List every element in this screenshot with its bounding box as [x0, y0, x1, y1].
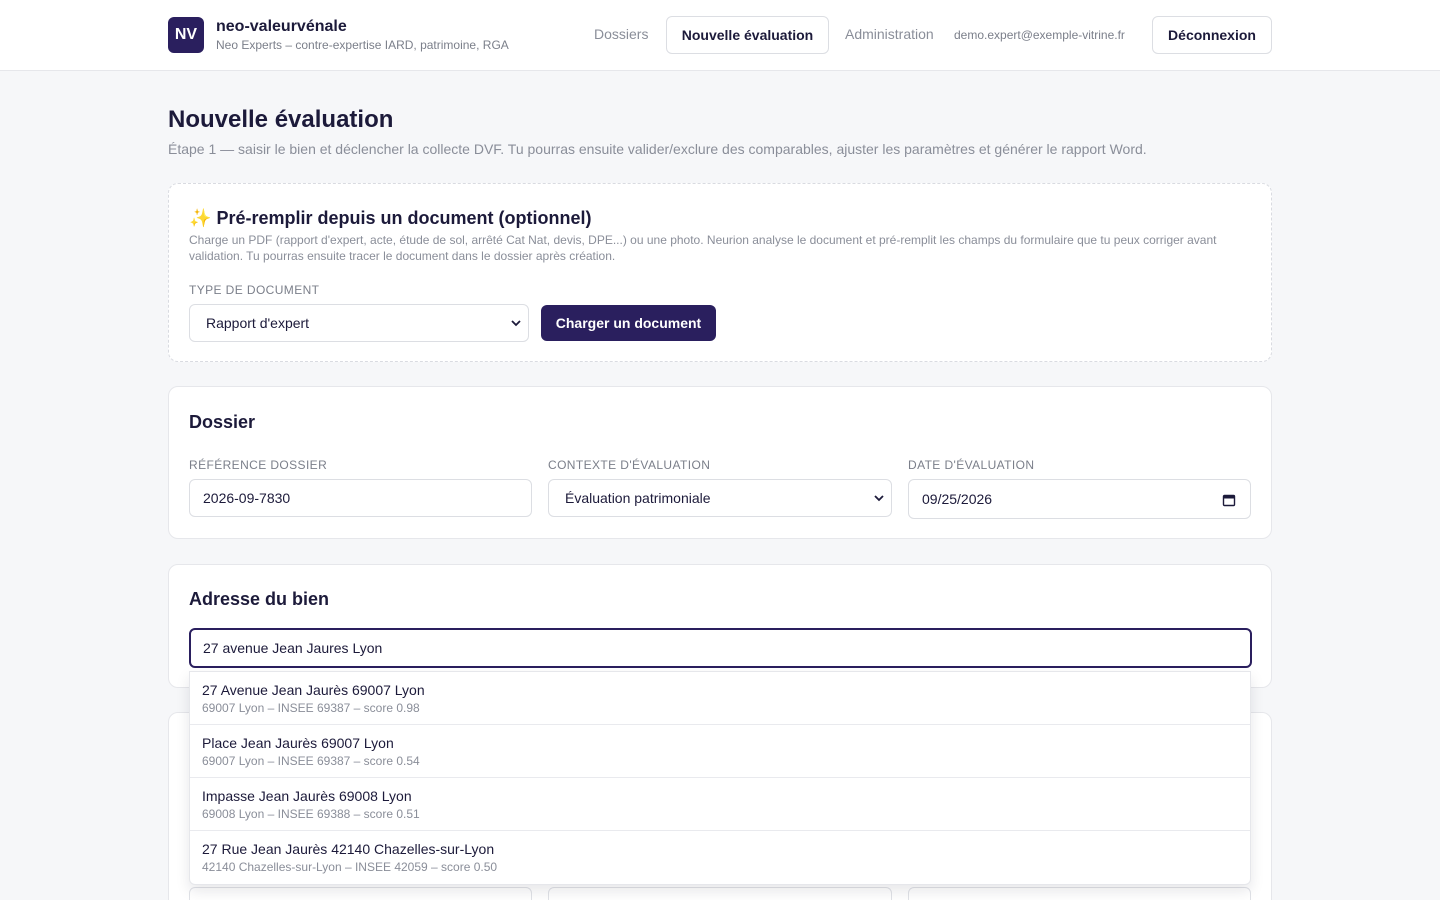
context-select[interactable]: Évaluation patrimoniale [548, 479, 892, 517]
address-search-input[interactable]: 27 avenue Jean Jaures Lyon [189, 628, 1252, 668]
nav-nouvelle-evaluation-tab[interactable]: Nouvelle évaluation [666, 16, 829, 54]
suggestion-detail: 69008 Lyon – INSEE 69388 – score 0.51 [202, 807, 420, 821]
app-name: neo-valeurvénale [216, 18, 347, 35]
address-suggestions-dropdown: 27 Avenue Jean Jaurès 69007 Lyon 69007 L… [189, 671, 1251, 885]
page-title: Nouvelle évaluation [168, 106, 394, 133]
nav-administration-link[interactable]: Administration [845, 26, 934, 42]
context-value: Évaluation patrimoniale [565, 490, 711, 506]
suggestion-label: Place Jean Jaurès 69007 Lyon [202, 735, 394, 751]
doc-type-value: Rapport d'expert [206, 315, 310, 331]
prefill-title: Pré-remplir depuis un document (optionne… [216, 208, 592, 228]
dossier-card: Dossier RÉFÉRENCE DOSSIER 2026-09-7830 C… [168, 386, 1272, 539]
suggestion-detail: 42140 Chazelles-sur-Lyon – INSEE 42059 –… [202, 860, 498, 874]
address-card: Adresse du bien 27 avenue Jean Jaures Ly… [168, 564, 1272, 688]
upload-document-button[interactable]: Charger un document [541, 305, 716, 341]
address-suggestion[interactable]: Impasse Jean Jaurès 69008 Lyon 69008 Lyo… [190, 778, 1250, 831]
next-section-field[interactable] [908, 887, 1251, 900]
address-input-value: 27 avenue Jean Jaures Lyon [203, 640, 383, 656]
suggestion-label: 27 Avenue Jean Jaurès 69007 Lyon [202, 682, 425, 698]
reference-label: RÉFÉRENCE DOSSIER [189, 458, 328, 472]
suggestion-detail: 69007 Lyon – INSEE 69387 – score 0.54 [202, 754, 420, 768]
prefill-title-row: ✨ Pré-remplir depuis un document (option… [189, 208, 591, 229]
suggestion-label: Impasse Jean Jaurès 69008 Lyon [202, 788, 412, 804]
suggestion-label: 27 Rue Jean Jaurès 42140 Chazelles-sur-L… [202, 841, 495, 857]
app-logo[interactable]: NV [168, 17, 204, 53]
prefill-card: ✨ Pré-remplir depuis un document (option… [168, 183, 1272, 362]
chevron-down-icon [874, 495, 884, 502]
app-subtitle: Neo Experts – contre-expertise IARD, pat… [216, 38, 509, 52]
top-navigation-bar: NV neo-valeurvénale Neo Experts – contre… [0, 0, 1440, 71]
sparkles-icon: ✨ [189, 208, 212, 228]
prefill-description: Charge un PDF (rapport d'expert, acte, é… [189, 233, 1217, 263]
nav-dossiers-link[interactable]: Dossiers [594, 26, 648, 42]
date-input[interactable]: 09/25/2026 [908, 479, 1251, 519]
date-value: 09/25/2026 [922, 491, 993, 507]
address-suggestion[interactable]: 27 Avenue Jean Jaurès 69007 Lyon 69007 L… [190, 672, 1250, 725]
user-email: demo.expert@exemple-vitrine.fr [954, 28, 1125, 42]
doc-type-select[interactable]: Rapport d'expert [189, 304, 529, 342]
reference-input[interactable]: 2026-09-7830 [189, 479, 532, 517]
address-suggestion[interactable]: 27 Rue Jean Jaurès 42140 Chazelles-sur-L… [190, 831, 1250, 884]
logout-button[interactable]: Déconnexion [1152, 16, 1272, 54]
suggestion-detail: 69007 Lyon – INSEE 69387 – score 0.98 [202, 701, 420, 715]
context-label: CONTEXTE D'ÉVALUATION [548, 458, 711, 472]
next-section-field[interactable] [189, 887, 532, 900]
doc-type-label: TYPE DE DOCUMENT [189, 283, 320, 297]
dossier-title: Dossier [189, 412, 256, 432]
address-suggestion[interactable]: Place Jean Jaurès 69007 Lyon 69007 Lyon … [190, 725, 1250, 778]
reference-value: 2026-09-7830 [203, 490, 291, 506]
page-description: Étape 1 — saisir le bien et déclencher l… [168, 141, 1147, 157]
calendar-icon[interactable] [1222, 493, 1236, 507]
address-title: Adresse du bien [189, 589, 330, 609]
next-section-field[interactable] [548, 887, 892, 900]
chevron-down-icon [511, 320, 521, 327]
date-label: DATE D'ÉVALUATION [908, 458, 1035, 472]
